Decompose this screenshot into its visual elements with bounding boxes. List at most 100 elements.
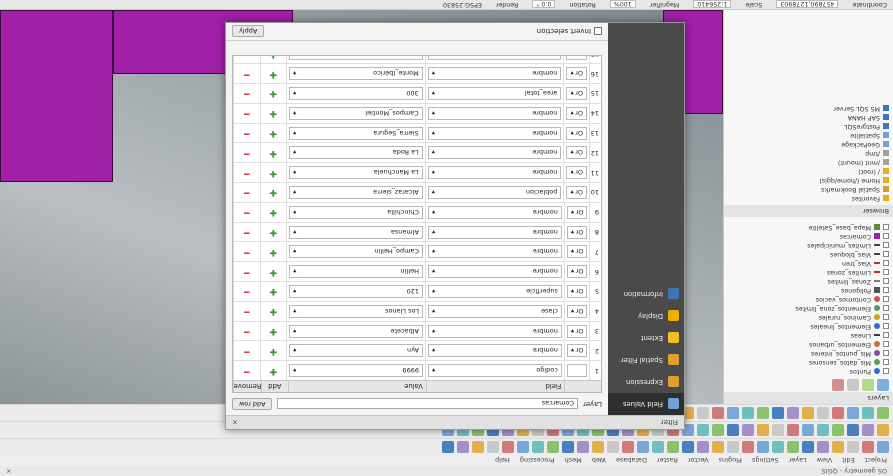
menu-item-7[interactable]: Raster — [657, 457, 678, 465]
tool-0-7-icon[interactable] — [772, 441, 784, 453]
dialog-tab-1[interactable]: Expression — [608, 371, 684, 393]
operator-select[interactable]: Or▾ — [566, 304, 588, 318]
minus-icon[interactable]: ━ — [244, 187, 249, 197]
value-select[interactable]: 9999 ▾ — [289, 364, 423, 378]
layer-item[interactable]: Limites_zonas — [728, 268, 889, 277]
menu-item-6[interactable]: Vector — [688, 457, 709, 465]
plus-icon[interactable]: ✚ — [270, 366, 278, 376]
field-select[interactable]: nombre ▾ — [427, 55, 562, 61]
minus-icon[interactable]: ━ — [244, 69, 249, 79]
menu-item-1[interactable]: Edit — [842, 457, 855, 465]
tool-0-28-icon[interactable] — [457, 441, 469, 453]
menu-item-12[interactable]: Help — [495, 457, 510, 465]
layer-item[interactable]: Mapa_base_Satelite — [728, 223, 889, 232]
tool-2-8-icon[interactable] — [757, 407, 769, 419]
plus-icon[interactable]: ✚ — [270, 247, 278, 257]
magnifier-field[interactable]: 100% — [609, 0, 636, 9]
tool-2-2-icon[interactable] — [847, 407, 859, 419]
layer-item[interactable]: Zonas_limites — [728, 277, 889, 286]
dialog-tab-2[interactable]: Spatial Filter — [608, 349, 684, 371]
operator-select[interactable]: Or▾ — [566, 166, 587, 180]
tool-0-18-icon[interactable] — [607, 441, 619, 453]
browser-item[interactable]: GeoPackage — [728, 140, 889, 149]
tool-0-21-icon[interactable] — [562, 441, 574, 453]
apply-button[interactable]: Apply — [232, 25, 265, 38]
layer-item[interactable]: Comarcas — [728, 232, 889, 241]
tool-1-7-icon[interactable] — [772, 424, 784, 436]
minus-icon[interactable]: ━ — [244, 108, 249, 118]
operator-select[interactable]: Or▾ — [566, 55, 587, 61]
render-toggle[interactable]: Render — [496, 1, 518, 8]
tool-0-19-icon[interactable] — [592, 441, 604, 453]
minus-icon[interactable]: ━ — [244, 346, 249, 356]
field-select[interactable]: poblacion ▾ — [427, 185, 562, 199]
layer-visibility-checkbox[interactable] — [883, 269, 889, 276]
tool-0-17-icon[interactable] — [622, 441, 634, 453]
operator-select[interactable] — [566, 364, 588, 378]
value-select[interactable]: Chinchilla ▾ — [289, 205, 423, 219]
operator-select[interactable]: Or▾ — [566, 205, 588, 219]
browser-item[interactable]: / (root) — [728, 167, 889, 176]
tool-1-5-icon[interactable] — [802, 424, 814, 436]
dialog-tab-3[interactable]: Extent — [608, 327, 684, 349]
tool-0-3-icon[interactable] — [832, 441, 844, 453]
field-select[interactable]: nombre ▾ — [427, 67, 562, 81]
layer-item[interactable]: Lineas — [728, 331, 889, 340]
field-select[interactable]: nombre ▾ — [427, 106, 562, 120]
plus-icon[interactable]: ✚ — [270, 207, 278, 217]
tool-1-8-icon[interactable] — [757, 424, 769, 436]
field-select[interactable]: nombre ▾ — [427, 146, 562, 160]
tool-0-9-icon[interactable] — [742, 441, 754, 453]
tool-0-12-icon[interactable] — [697, 441, 709, 453]
minus-icon[interactable]: ━ — [244, 128, 249, 138]
tool-2-0-icon[interactable] — [877, 407, 889, 419]
menu-item-4[interactable]: Settings — [752, 457, 779, 465]
operator-select[interactable]: Or▾ — [566, 185, 587, 199]
field-select[interactable]: superficie ▾ — [427, 284, 562, 298]
value-select[interactable]: Campo_Hellin ▾ — [289, 245, 423, 259]
tool-0-2-icon[interactable] — [847, 441, 859, 453]
tool-2-11-icon[interactable] — [712, 407, 724, 419]
tool-1-2-icon[interactable] — [847, 424, 859, 436]
layer-visibility-checkbox[interactable] — [883, 314, 889, 321]
field-select[interactable]: clase ▾ — [427, 304, 562, 318]
minus-icon[interactable]: ━ — [244, 306, 249, 316]
field-select[interactable]: nombre ▾ — [427, 324, 562, 338]
value-select[interactable]: La Manchuela ▾ — [289, 166, 423, 180]
layer-visibility-checkbox[interactable] — [883, 278, 889, 285]
browser-item[interactable]: /mnt (mount) — [728, 158, 889, 167]
operator-select[interactable]: Or▾ — [566, 225, 588, 239]
layer-visibility-checkbox[interactable] — [883, 233, 889, 240]
tool-0-24-icon[interactable] — [517, 441, 529, 453]
field-select[interactable]: nombre ▾ — [427, 344, 562, 358]
dialog-tab-4[interactable]: Display — [608, 305, 684, 327]
tool-0-1-icon[interactable] — [862, 441, 874, 453]
field-select[interactable]: nombre ▾ — [427, 265, 562, 279]
tool-1-4-icon[interactable] — [817, 424, 829, 436]
layer-visibility-checkbox[interactable] — [883, 260, 889, 267]
layer-item[interactable]: Puntos — [728, 367, 889, 376]
minus-icon[interactable]: ━ — [244, 55, 249, 59]
layer-visibility-checkbox[interactable] — [883, 242, 889, 249]
plus-icon[interactable]: ✚ — [270, 108, 278, 118]
tool-0-22-icon[interactable] — [547, 441, 559, 453]
field-select[interactable]: nombre ▾ — [427, 126, 562, 140]
tool-0-4-icon[interactable] — [817, 441, 829, 453]
browser-item[interactable]: Home (/home/qgis) — [728, 176, 889, 185]
browser-item[interactable]: Spatial Bookmarks — [728, 185, 889, 194]
layer-item[interactable]: Mis_puntos_interes — [728, 349, 889, 358]
tool-1-9-icon[interactable] — [742, 424, 754, 436]
browser-item[interactable]: SAP HANA — [728, 113, 889, 122]
value-select[interactable]: Ayn ▾ — [289, 344, 423, 358]
add-row-button[interactable]: Add row — [232, 398, 273, 410]
field-select[interactable]: nombre ▾ — [427, 166, 562, 180]
tool-0-14-icon[interactable] — [667, 441, 679, 453]
minus-icon[interactable]: ━ — [244, 168, 249, 178]
tool-2-5-icon[interactable] — [802, 407, 814, 419]
value-select[interactable]: Almansa ▾ — [289, 225, 423, 239]
menu-item-8[interactable]: Database — [616, 457, 647, 465]
browser-item[interactable]: /tmp — [728, 149, 889, 158]
tool-1-1-icon[interactable] — [862, 424, 874, 436]
scale-field[interactable]: 1:256410 — [693, 0, 732, 9]
plus-icon[interactable]: ✚ — [270, 286, 278, 296]
